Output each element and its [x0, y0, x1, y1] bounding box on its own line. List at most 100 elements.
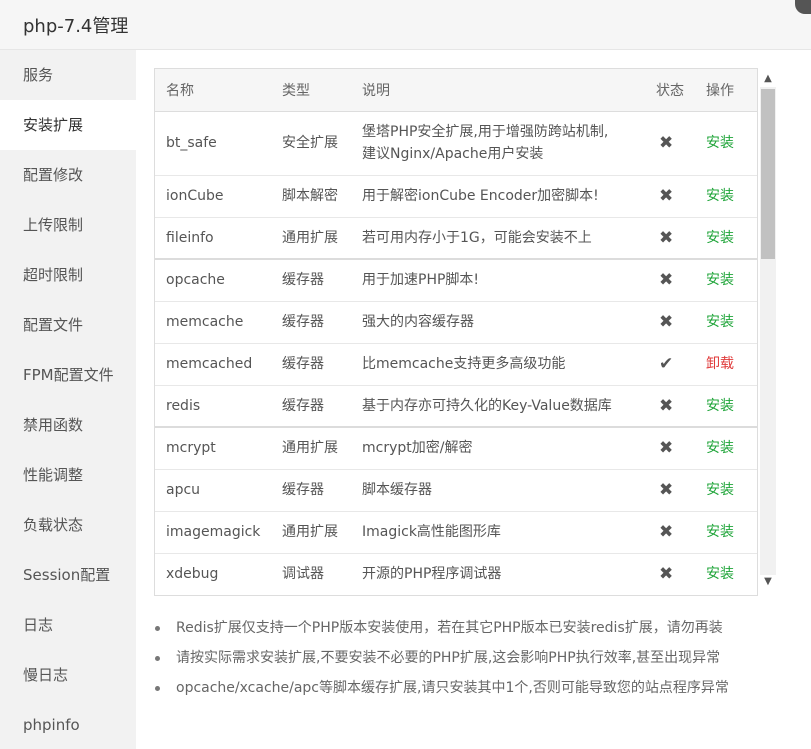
- extension-name: opcache: [155, 259, 271, 302]
- scrollbar-thumb[interactable]: [761, 89, 775, 259]
- install-link[interactable]: 安装: [706, 524, 734, 540]
- note-text: 请按实际需求安装扩展,不要安装不必要的PHP扩展,这会影响PHP执行效率,甚至出…: [176, 650, 721, 666]
- sidebar-item-disabled-functions[interactable]: 禁用函数: [0, 400, 136, 450]
- scroll-up-arrow-icon[interactable]: ▲: [760, 72, 776, 86]
- operation-cell: 安装: [695, 469, 757, 512]
- operation-cell: 安装: [695, 217, 757, 260]
- install-link[interactable]: 安装: [706, 272, 734, 288]
- operation-cell: 安装: [695, 259, 757, 302]
- description-line: 比memcache支持更多高级功能: [362, 356, 566, 372]
- operation-cell: 安装: [695, 553, 757, 595]
- extension-type: 安全扩展: [271, 111, 351, 176]
- note-text: opcache/xcache/apc等脚本缓存扩展,请只安装其中1个,否则可能导…: [176, 680, 729, 696]
- cross-icon: ✖: [645, 511, 695, 554]
- extension-description: 脚本缓存器: [351, 469, 645, 512]
- table-row: bt_safe 安全扩展 堡塔PHP安全扩展,用于增强防跨站机制, 建议Nginx/A…: [155, 111, 757, 176]
- extension-name: bt_safe: [155, 111, 271, 176]
- sidebar-item-service[interactable]: 服务: [0, 50, 136, 100]
- window-title: php-7.4管理: [23, 16, 129, 37]
- extension-type: 调试器: [271, 553, 351, 595]
- install-link[interactable]: 安装: [706, 482, 734, 498]
- table-row: fileinfo 通用扩展 若可用内存小于1G，可能会安装不上 ✖ 安装: [155, 217, 757, 260]
- extension-type: 缓存器: [271, 259, 351, 302]
- extension-name: imagemagick: [155, 511, 271, 554]
- cross-icon: ✖: [645, 385, 695, 428]
- table-row: ionCube 脚本解密 用于解密ionCube Encoder加密脚本! ✖ 安装: [155, 175, 757, 218]
- extension-name: xdebug: [155, 553, 271, 595]
- scroll-down-arrow-icon[interactable]: ▼: [760, 575, 776, 589]
- bullet-icon: [155, 626, 160, 631]
- extension-type: 通用扩展: [271, 427, 351, 470]
- sidebar-item-log[interactable]: 日志: [0, 600, 136, 650]
- extension-description: 堡塔PHP安全扩展,用于增强防跨站机制, 建议Nginx/Apache用户安装: [351, 111, 645, 176]
- sidebar-item-extensions[interactable]: 安装扩展: [0, 100, 136, 150]
- extension-description: 若可用内存小于1G，可能会安装不上: [351, 217, 645, 260]
- window-titlebar: php-7.4管理: [0, 0, 811, 50]
- install-link[interactable]: 安装: [706, 566, 734, 582]
- install-link[interactable]: 安装: [706, 440, 734, 456]
- table-body: bt_safe 安全扩展 堡塔PHP安全扩展,用于增强防跨站机制, 建议Nginx/A…: [155, 111, 757, 595]
- sidebar-item-session-config[interactable]: Session配置: [0, 550, 136, 600]
- install-link[interactable]: 安装: [706, 398, 734, 414]
- bullet-icon: [155, 686, 160, 691]
- table-header-row: 名称 类型 说明 状态 操作: [155, 69, 757, 112]
- note-text: Redis扩展仅支持一个PHP版本安装使用，若在其它PHP版本已安装redis扩…: [176, 620, 723, 636]
- sidebar-item-phpinfo[interactable]: phpinfo: [0, 700, 136, 749]
- sidebar-item-performance[interactable]: 性能调整: [0, 450, 136, 500]
- note-item: 请按实际需求安装扩展,不要安装不必要的PHP扩展,这会影响PHP执行效率,甚至出…: [153, 646, 803, 676]
- operation-cell: 安装: [695, 385, 757, 428]
- extension-type: 脚本解密: [271, 175, 351, 218]
- extension-description: 比memcache支持更多高级功能: [351, 343, 645, 386]
- extension-name: redis: [155, 385, 271, 428]
- description-line: Imagick高性能图形库: [362, 524, 501, 540]
- sidebar-item-load-status[interactable]: 负载状态: [0, 500, 136, 550]
- sidebar-item-timeout-limit[interactable]: 超时限制: [0, 250, 136, 300]
- sidebar-item-fpm-config[interactable]: FPM配置文件: [0, 350, 136, 400]
- cross-icon: ✖: [645, 427, 695, 470]
- check-icon: ✔: [645, 343, 695, 386]
- description-line: 强大的内容缓存器: [362, 314, 474, 330]
- table-row: memcache 缓存器 强大的内容缓存器 ✖ 安装: [155, 301, 757, 344]
- bullet-icon: [155, 656, 160, 661]
- sidebar-item-config-edit[interactable]: 配置修改: [0, 150, 136, 200]
- table-row: mcrypt 通用扩展 mcrypt加密/解密 ✖ 安装: [155, 427, 757, 470]
- install-link[interactable]: 安装: [706, 314, 734, 330]
- extension-description: Imagick高性能图形库: [351, 511, 645, 554]
- extension-name: mcrypt: [155, 427, 271, 470]
- extension-name: fileinfo: [155, 217, 271, 260]
- description-line: 建议Nginx/Apache用户安装: [362, 146, 544, 162]
- uninstall-link[interactable]: 卸载: [706, 356, 734, 372]
- description-line: 开源的PHP程序调试器: [362, 566, 502, 582]
- extension-description: 用于加速PHP脚本!: [351, 259, 645, 302]
- install-link[interactable]: 安装: [706, 188, 734, 204]
- sidebar-item-upload-limit[interactable]: 上传限制: [0, 200, 136, 250]
- description-line: 用于加速PHP脚本!: [362, 272, 480, 289]
- extension-type: 缓存器: [271, 301, 351, 344]
- description-line: 脚本缓存器: [362, 482, 432, 498]
- note-item: Redis扩展仅支持一个PHP版本安装使用，若在其它PHP版本已安装redis扩…: [153, 616, 803, 646]
- extensions-table: 名称 类型 说明 状态 操作 bt_safe 安全扩展 堡塔PHP安全扩展,用于增强…: [155, 69, 757, 595]
- cross-icon: ✖: [645, 175, 695, 218]
- close-icon[interactable]: [795, 0, 811, 14]
- table-row: imagemagick 通用扩展 Imagick高性能图形库 ✖ 安装: [155, 511, 757, 554]
- extension-name: memcached: [155, 343, 271, 386]
- extension-name: memcache: [155, 301, 271, 344]
- install-link[interactable]: 安装: [706, 230, 734, 246]
- install-link[interactable]: 安装: [706, 135, 734, 151]
- notes-list: Redis扩展仅支持一个PHP版本安装使用，若在其它PHP版本已安装redis扩…: [153, 616, 803, 706]
- description-line: 堡塔PHP安全扩展,用于增强防跨站机制,: [362, 124, 609, 140]
- sidebar-item-slow-log[interactable]: 慢日志: [0, 650, 136, 700]
- cross-icon: ✖: [645, 469, 695, 512]
- header-operation: 操作: [695, 69, 757, 112]
- sidebar-item-config-file[interactable]: 配置文件: [0, 300, 136, 350]
- description-line: 若可用内存小于1G，可能会安装不上: [362, 229, 592, 246]
- extension-description: 用于解密ionCube Encoder加密脚本!: [351, 175, 645, 218]
- operation-cell: 安装: [695, 111, 757, 176]
- sidebar: 服务 安装扩展 配置修改 上传限制 超时限制 配置文件 FPM配置文件 禁用函数 性能调整 负载状…: [0, 50, 136, 749]
- operation-cell: 安装: [695, 301, 757, 344]
- extension-type: 缓存器: [271, 469, 351, 512]
- note-item: opcache/xcache/apc等脚本缓存扩展,请只安装其中1个,否则可能导…: [153, 676, 803, 706]
- cross-icon: ✖: [645, 301, 695, 344]
- operation-cell: 安装: [695, 511, 757, 554]
- cross-icon: ✖: [645, 217, 695, 260]
